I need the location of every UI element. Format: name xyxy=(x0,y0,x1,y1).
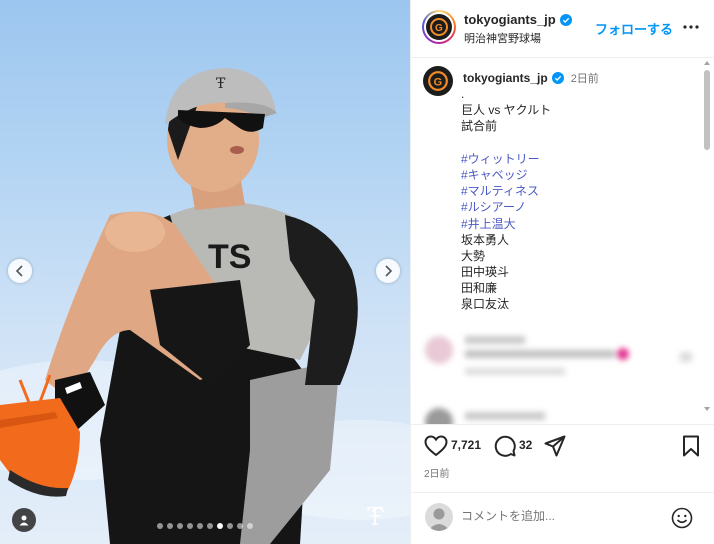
caption-avatar[interactable]: G xyxy=(423,66,453,96)
svg-text:Ŧ: Ŧ xyxy=(216,76,226,92)
comment-box xyxy=(411,492,714,544)
scroll-up-icon[interactable] xyxy=(703,60,711,66)
svg-text:G: G xyxy=(434,76,443,88)
viewer-avatar xyxy=(425,503,453,531)
carousel-dot xyxy=(157,523,163,529)
blurred-comment xyxy=(425,404,695,424)
hashtag-link[interactable]: #マルティネス xyxy=(461,183,551,199)
caption-line: 田中瑛斗 xyxy=(461,265,510,280)
more-options-icon[interactable] xyxy=(681,17,701,37)
follow-button[interactable]: フォローする xyxy=(595,19,673,38)
carousel-dot xyxy=(247,523,253,529)
post-time: 2日前 xyxy=(424,469,450,480)
carousel-dot xyxy=(187,523,193,529)
jersey-lettering: TS xyxy=(208,238,251,276)
caption-text: . 巨人 vs ヤクルト 試合前 #ウィットリー #キャベッジ #マルティネス #ルシアーノ… xyxy=(461,86,551,313)
verified-badge-icon xyxy=(551,72,564,84)
account-username-link[interactable]: tokyogiants_jp xyxy=(464,12,572,27)
verified-badge-icon xyxy=(559,13,572,26)
caption-line xyxy=(461,135,551,151)
caption-line: 大勢 xyxy=(461,248,486,263)
post-header: G tokyogiants_jp 明治神宮野球場 フォローする xyxy=(411,0,714,58)
heart-icon[interactable] xyxy=(424,435,448,457)
user-icon xyxy=(428,508,450,531)
share-icon[interactable] xyxy=(544,435,566,457)
carousel-dot xyxy=(217,523,223,529)
comment-count: 32 xyxy=(519,438,533,452)
caption-section: G tokyogiants_jp 2日前 . 巨人 vs ヤクルト 試合前 #ウィット… xyxy=(411,58,714,424)
chevron-left-icon xyxy=(15,265,23,277)
giants-watermark-icon: Ŧ xyxy=(367,503,385,531)
account-avatar[interactable]: G xyxy=(422,10,456,44)
hashtag-link[interactable]: #ウィットリー xyxy=(461,151,551,167)
carousel-prev-button[interactable] xyxy=(8,259,32,283)
scroll-down-icon[interactable] xyxy=(703,406,711,412)
chevron-right-icon xyxy=(385,265,393,277)
carousel-dot xyxy=(227,523,233,529)
comment-input[interactable] xyxy=(461,509,661,523)
blurred-comment xyxy=(425,334,695,394)
carousel-next-button[interactable] xyxy=(376,259,400,283)
post-media[interactable]: TS Ŧ Ŧ xyxy=(0,0,410,544)
caption-line: 坂本勇人 xyxy=(461,232,510,247)
account-username: tokyogiants_jp xyxy=(464,12,556,27)
carousel-dot xyxy=(167,523,173,529)
like-count[interactable]: 7,721 xyxy=(451,438,481,452)
post-details-panel: G tokyogiants_jp 明治神宮野球場 フォローする G tokyog… xyxy=(410,0,714,544)
carousel-dot xyxy=(237,523,243,529)
action-bar: 7,721 32 2日前 xyxy=(411,424,714,492)
giants-logo-icon: G xyxy=(430,18,448,36)
comment-icon[interactable] xyxy=(494,435,516,457)
caption-scrollbar[interactable] xyxy=(703,60,711,412)
caption-line: 試合前 xyxy=(461,119,498,134)
caption-line: 田和廉 xyxy=(461,281,498,296)
caption-username[interactable]: tokyogiants_jp xyxy=(463,71,548,85)
location-link[interactable]: 明治神宮野球場 xyxy=(464,30,541,46)
giants-logo-icon: G xyxy=(428,71,448,91)
carousel-indicator xyxy=(0,523,410,529)
caption-line: . xyxy=(461,87,465,101)
bookmark-icon[interactable] xyxy=(681,435,701,457)
hashtag-link[interactable]: #キャベッジ xyxy=(461,167,551,183)
carousel-dot xyxy=(207,523,213,529)
hashtag-link[interactable]: #ルシアーノ xyxy=(461,199,551,215)
caption-line: 巨人 vs ヤクルト xyxy=(461,103,552,118)
caption-header: tokyogiants_jp 2日前 xyxy=(463,70,599,86)
hashtag-link[interactable]: #井上温大 xyxy=(461,216,551,232)
caption-line: 泉口友汰 xyxy=(461,297,510,312)
player-photo: TS Ŧ xyxy=(0,68,410,544)
carousel-dot xyxy=(197,523,203,529)
carousel-dot xyxy=(177,523,183,529)
scrollbar-thumb[interactable] xyxy=(704,70,710,150)
caption-time: 2日前 xyxy=(570,73,599,85)
emoji-icon[interactable] xyxy=(671,507,693,529)
svg-text:G: G xyxy=(435,23,443,34)
svg-text:Ŧ: Ŧ xyxy=(367,503,383,531)
